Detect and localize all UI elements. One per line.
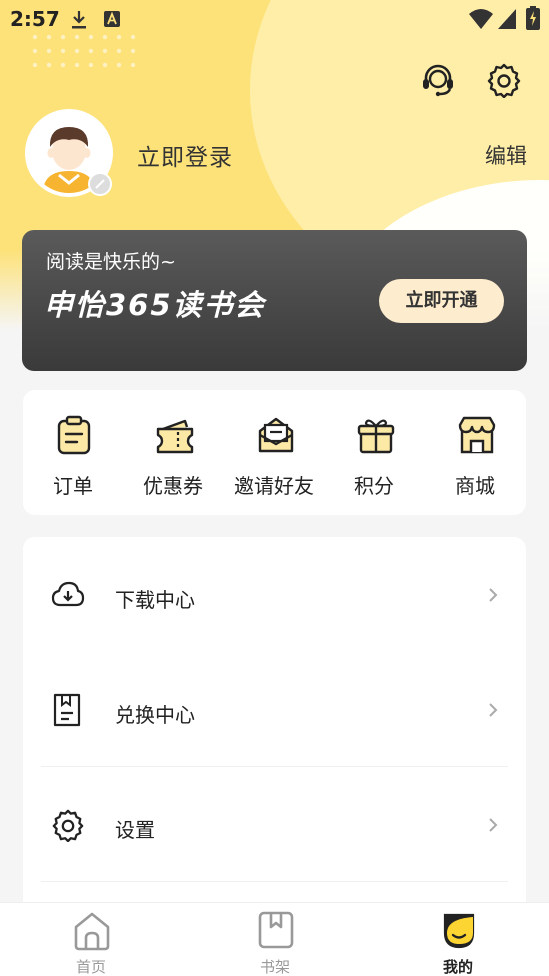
clipboard-icon [57,415,91,455]
status-bar: 2:57 [0,0,549,38]
envelope-icon [258,417,294,453]
avatar-edit-badge [88,172,112,196]
menu-item-label: 设置 [115,818,155,842]
tab-home[interactable]: 首页 [31,903,151,976]
gift-icon [357,419,395,454]
chevron-right-icon [489,818,498,832]
quick-action-points[interactable]: 积分 [324,390,424,515]
edit-profile-link[interactable]: 编辑 [485,140,527,170]
bottom-navigation: 首页 书架 我的 [0,902,549,976]
tab-label: 首页 [75,958,106,976]
quick-action-coupons[interactable]: 优惠券 [123,390,223,515]
signal-icon [498,9,516,29]
gear-icon[interactable] [486,62,522,98]
quick-action-invite[interactable]: 邀请好友 [224,390,324,515]
bookmark-book-icon [258,911,294,949]
quick-action-orders[interactable]: 订单 [23,390,123,515]
quick-action-label: 积分 [354,474,394,498]
wifi-icon [469,9,493,29]
store-icon [458,416,496,454]
battery-charging-icon [526,6,540,30]
status-time: 2:57 [10,7,60,31]
login-link[interactable]: 立即登录 [137,138,233,172]
tab-mine[interactable]: 我的 [398,903,518,976]
menu-item-download-center[interactable]: 下载中心 [23,537,526,652]
vip-membership-card[interactable]: 阅读是快乐的~ 申怡365读书会 立即开通 [22,230,527,371]
pencil-icon [95,179,105,189]
headset-icon[interactable] [420,62,456,98]
divider [41,881,508,882]
tab-label: 书架 [259,958,290,976]
quick-action-store[interactable]: 商城 [425,390,525,515]
open-membership-button[interactable]: 立即开通 [379,279,504,323]
chevron-right-icon [489,588,498,602]
gear-icon [52,809,84,842]
tab-label: 我的 [442,958,473,976]
quick-action-label: 订单 [53,474,93,498]
menu-item-redeem-center[interactable]: 兑换中心 [23,652,526,767]
quick-action-label: 优惠券 [143,474,203,498]
cloud-download-icon [51,581,85,607]
settings-menu: 下载中心 兑换中心 设置 [23,537,526,917]
tab-bookshelf[interactable]: 书架 [215,903,335,976]
menu-item-label: 兑换中心 [115,703,195,727]
download-icon [72,11,86,29]
quick-action-label: 邀请好友 [234,474,314,498]
a-notification-icon [104,11,120,27]
menu-item-label: 下载中心 [115,588,195,612]
menu-item-settings[interactable]: 设置 [23,767,526,882]
home-icon [74,912,110,951]
vip-title: 申怡365读书会 [44,288,266,322]
quick-action-label: 商城 [455,474,495,498]
redeem-icon [53,693,81,727]
vip-slogan: 阅读是快乐的~ [46,251,176,273]
ticket-icon [156,419,194,454]
quick-actions-panel: 订单 优惠券 邀请好友 积分 商城 [23,390,526,515]
chevron-right-icon [489,703,498,717]
smiley-face-icon [443,913,475,949]
